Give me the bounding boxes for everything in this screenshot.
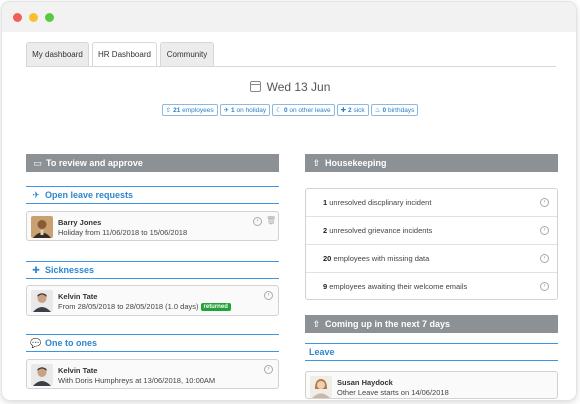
medkit-icon: ✚	[32, 265, 40, 275]
section-title-text: One to ones	[45, 338, 98, 348]
item-text: employees with missing data	[333, 254, 430, 263]
housekeeping-item[interactable]: 2 unresolved grievance incidents ›	[306, 217, 557, 245]
housekeeping-list: 1 unresolved discplinary incident › 2 unr…	[305, 188, 558, 300]
employee-name: Susan Haydock	[337, 378, 393, 387]
housekeeping-title: Housekeeping	[325, 158, 387, 168]
browser-window: My dashboard HR Dashboard Community Wed …	[2, 2, 576, 400]
stat-other-leave[interactable]: ☾ 0 on other leave	[272, 104, 335, 116]
section-title-text: Sicknesses	[45, 265, 95, 275]
arrow-right-icon[interactable]: ›	[540, 254, 549, 263]
housekeeping-item[interactable]: 20 employees with missing data ›	[306, 245, 557, 273]
tab-hr-dashboard[interactable]: HR Dashboard	[92, 42, 157, 67]
person-up-icon: ⇧	[312, 319, 321, 329]
arrow-right-icon[interactable]: ›	[540, 198, 549, 207]
stat-label: employees	[182, 107, 214, 114]
sickness-detail-line: From 28/05/2018 to 28/05/2018 (1.0 days)…	[58, 302, 231, 311]
section-title-text: Leave	[309, 347, 335, 357]
stat-label: on holiday	[236, 107, 267, 114]
stat-employees[interactable]: ⇧ 21 employees	[161, 104, 218, 116]
stat-label: on other leave	[289, 107, 331, 114]
leave-detail: Holiday from 11/06/2018 to 15/06/2018	[58, 228, 188, 237]
status-badge: returned	[200, 303, 231, 311]
chat-icon: 💬	[30, 338, 42, 348]
coming-up-title: Coming up in the next 7 days	[325, 319, 451, 329]
date-label: Wed 13 Jun	[266, 80, 331, 94]
calendar-icon	[249, 81, 261, 92]
stat-count: 21	[173, 107, 181, 114]
avatar	[31, 216, 53, 238]
close-window-button[interactable]	[13, 13, 22, 22]
stat-birthdays[interactable]: ♨ 0 birthdays	[370, 104, 419, 116]
stat-count: 0	[382, 107, 387, 114]
leave-detail: Other Leave starts on 14/06/2018	[337, 388, 449, 397]
stat-count: 0	[283, 107, 288, 114]
avatar	[310, 376, 332, 398]
arrow-right-icon[interactable]: ›	[540, 226, 549, 235]
avatar	[31, 364, 53, 386]
employee-name: Kelvin Tate	[58, 292, 98, 301]
person-up-icon: ⇧	[312, 158, 321, 168]
open-leave-requests-header: ✈ Open leave requests	[26, 186, 279, 204]
arrow-right-icon[interactable]: ›	[540, 282, 549, 291]
housekeeping-item[interactable]: 1 unresolved discplinary incident ›	[306, 189, 557, 217]
medkit-icon: ✚	[340, 107, 347, 114]
review-panel-title: To review and approve	[46, 158, 143, 168]
sicknesses-header: ✚ Sicknesses	[26, 261, 279, 279]
upcoming-leave-card[interactable]: Susan Haydock Other Leave starts on 14/0…	[305, 371, 558, 399]
meeting-detail: With Doris Humphreys at 13/06/2018, 10:0…	[58, 376, 216, 385]
person-up-icon: ⇧	[165, 107, 172, 114]
item-count: 20	[323, 254, 332, 263]
employee-name: Kelvin Tate	[58, 366, 98, 375]
stat-count: 1	[231, 107, 235, 114]
maximize-window-button[interactable]	[45, 13, 54, 22]
section-title-text: Open leave requests	[45, 190, 134, 200]
employee-name: Barry Jones	[58, 218, 102, 227]
cake-icon: ♨	[374, 107, 381, 114]
stats-bar: ⇧ 21 employees ✈ 1 on holiday ☾ 0 on other …	[22, 104, 558, 116]
avatar	[31, 290, 53, 312]
moon-icon: ☾	[276, 107, 282, 114]
arrow-right-icon[interactable]: ›	[264, 365, 273, 374]
housekeeping-panel-header: ⇧ Housekeeping	[305, 154, 558, 172]
coming-up-leave-header: Leave	[305, 343, 558, 361]
tab-divider	[26, 66, 556, 67]
housekeeping-item[interactable]: 9 employees awaiting their welcome email…	[306, 273, 557, 301]
item-text: unresolved grievance incidents	[329, 226, 433, 235]
plane-icon: ✈	[32, 190, 40, 200]
one-to-ones-header: 💬 One to ones	[26, 334, 279, 352]
tab-my-dashboard[interactable]: My dashboard	[26, 42, 89, 66]
tab-community[interactable]: Community	[160, 42, 214, 66]
stat-on-holiday[interactable]: ✈ 1 on holiday	[219, 104, 271, 116]
stat-count: 2	[348, 107, 352, 114]
stat-label: sick	[353, 107, 365, 114]
one-to-one-card[interactable]: Kelvin Tate With Doris Humphreys at 13/0…	[26, 359, 279, 389]
item-text: employees awaiting their welcome emails	[329, 282, 468, 291]
arrow-right-icon[interactable]: ›	[264, 291, 273, 300]
leave-request-card[interactable]: Barry Jones Holiday from 11/06/2018 to 1…	[26, 211, 279, 241]
window-titlebar	[2, 2, 576, 32]
sickness-detail: From 28/05/2018 to 28/05/2018 (1.0 days)	[58, 302, 199, 311]
current-date: Wed 13 Jun	[22, 80, 558, 94]
plane-icon: ✈	[223, 107, 230, 114]
stat-sick[interactable]: ✚ 2 sick	[336, 104, 369, 116]
review-panel-header: ▭ To review and approve	[26, 154, 279, 172]
monitor-icon: ▭	[33, 158, 42, 168]
sickness-card[interactable]: Kelvin Tate From 28/05/2018 to 28/05/201…	[26, 285, 279, 316]
arrow-right-icon[interactable]: ›	[253, 217, 262, 226]
minimize-window-button[interactable]	[29, 13, 38, 22]
item-count: 2	[323, 226, 328, 235]
dashboard-content: My dashboard HR Dashboard Community Wed …	[22, 32, 558, 400]
coming-up-panel-header: ⇧ Coming up in the next 7 days	[305, 315, 558, 333]
item-text: unresolved discplinary incident	[329, 198, 432, 207]
stat-label: birthdays	[387, 107, 415, 114]
trash-icon[interactable]: 🗑	[266, 217, 276, 225]
item-count: 9	[323, 282, 328, 291]
item-count: 1	[323, 198, 328, 207]
